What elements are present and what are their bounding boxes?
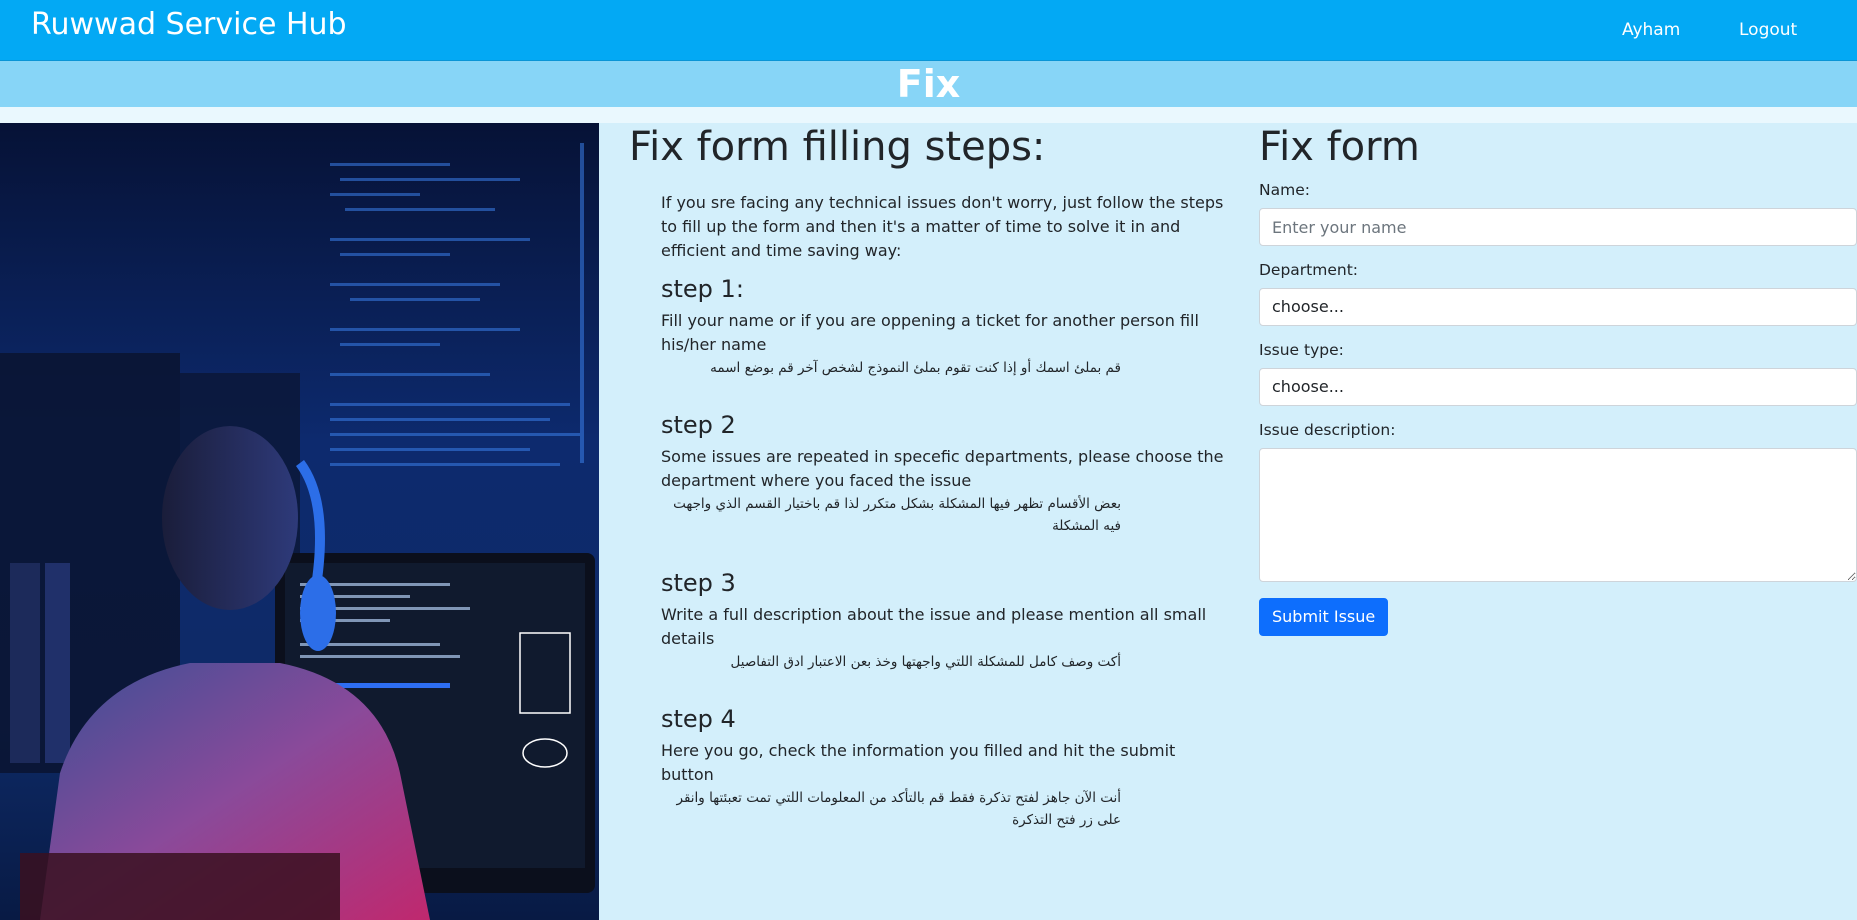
steps-heading: Fix form filling steps: bbox=[629, 124, 1046, 170]
banner-divider bbox=[0, 107, 1857, 123]
step-text-ar: قم بملئ اسمك أو إذا كنت تقوم بملئ النموذ… bbox=[710, 360, 1121, 376]
step-4: step 4 Here you go, check the informatio… bbox=[661, 703, 1229, 831]
issue-type-select[interactable]: choose... bbox=[1259, 368, 1857, 406]
step-text-en: Fill your name or if you are oppening a … bbox=[661, 311, 1199, 354]
step-text-en: Here you go, check the information you f… bbox=[661, 741, 1176, 784]
name-label: Name: bbox=[1259, 181, 1310, 199]
brand-link[interactable]: Ruwwad Service Hub bbox=[31, 7, 347, 42]
page-title: Fix bbox=[896, 62, 961, 106]
step-text-ar: بعض الأقسام تظهر فيها المشكلة بشكل متكرر… bbox=[673, 496, 1121, 534]
description-textarea[interactable] bbox=[1259, 448, 1857, 582]
submit-issue-button[interactable]: Submit Issue bbox=[1259, 598, 1389, 636]
description-label: Issue description: bbox=[1259, 421, 1396, 439]
steps-body: If you sre facing any technical issues d… bbox=[661, 191, 1229, 831]
developer-at-computer-illustration bbox=[0, 123, 599, 920]
name-input[interactable] bbox=[1259, 208, 1857, 246]
step-title: step 3 bbox=[661, 569, 736, 597]
hero-image bbox=[0, 123, 599, 920]
step-title: step 2 bbox=[661, 411, 736, 439]
steps-intro: If you sre facing any technical issues d… bbox=[661, 193, 1224, 260]
step-text-ar: أنت الآن جاهز لفتح تذكرة فقط قم بالتأكد … bbox=[676, 790, 1121, 828]
step-title: step 1: bbox=[661, 275, 744, 303]
form-heading: Fix form bbox=[1259, 124, 1420, 170]
logout-link[interactable]: Logout bbox=[1739, 20, 1797, 40]
step-text-ar: أكت وصف كامل للمشكلة اللتي واجهتها وخذ ب… bbox=[730, 654, 1121, 670]
department-label: Department: bbox=[1259, 261, 1359, 279]
navbar: Ruwwad Service Hub Ayham Logout bbox=[0, 0, 1857, 61]
fix-form: Fix form Name: Department: choose... Iss… bbox=[1259, 123, 1857, 636]
step-3: step 3 Write a full description about th… bbox=[661, 567, 1229, 673]
department-select[interactable]: choose... bbox=[1259, 288, 1857, 326]
page-banner: Fix bbox=[0, 61, 1857, 107]
issue-type-label: Issue type: bbox=[1259, 341, 1344, 359]
step-title: step 4 bbox=[661, 705, 736, 733]
step-1: step 1: Fill your name or if you are opp… bbox=[661, 273, 1229, 379]
step-2: step 2 Some issues are repeated in spece… bbox=[661, 409, 1229, 537]
nav-user-link[interactable]: Ayham bbox=[1622, 20, 1680, 40]
steps-section: Fix form filling steps: If you sre facin… bbox=[629, 123, 1229, 861]
step-text-en: Some issues are repeated in specefic dep… bbox=[661, 447, 1224, 490]
step-text-en: Write a full description about the issue… bbox=[661, 605, 1207, 648]
